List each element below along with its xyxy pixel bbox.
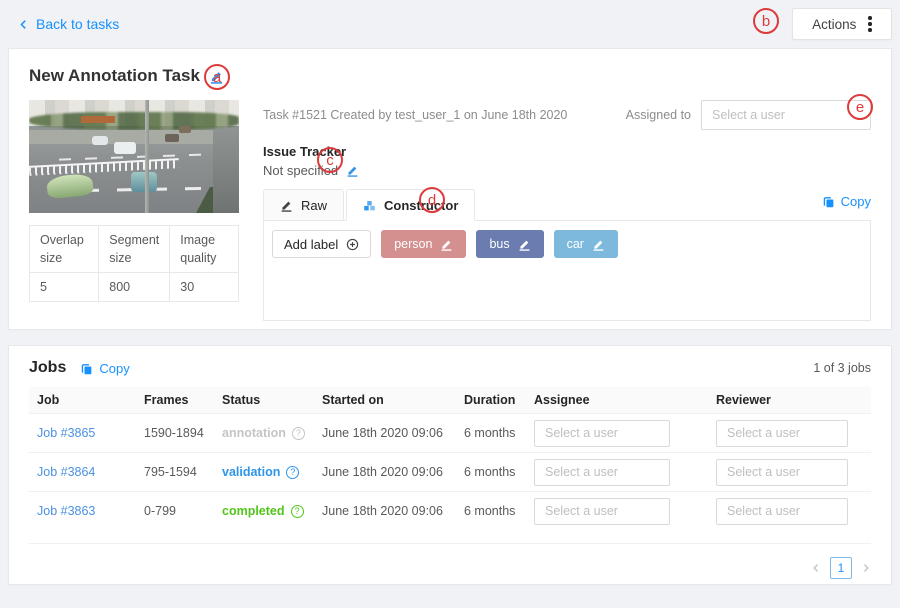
page-1-button[interactable]: 1	[830, 557, 852, 579]
pencil-icon	[280, 199, 293, 212]
job-status-text: completed	[222, 504, 285, 518]
assignee-select[interactable]	[534, 459, 670, 486]
add-label-button[interactable]: Add label	[272, 230, 371, 258]
edit-label-person-icon[interactable]	[440, 238, 453, 251]
kebab-menu-icon	[868, 16, 872, 32]
job-started: June 18th 2020 09:06	[314, 504, 456, 518]
edit-issue-tracker-icon[interactable]	[346, 164, 359, 177]
labels-copy-link[interactable]: Copy	[822, 194, 871, 209]
job-link[interactable]: Job #3864	[37, 465, 95, 479]
param-header-segment: Segment size	[99, 226, 170, 273]
edit-label-bus-icon[interactable]	[518, 238, 531, 251]
assigned-to-label: Assigned to	[626, 108, 691, 122]
job-status: annotation ?	[214, 426, 314, 440]
col-reviewer: Reviewer	[708, 387, 871, 413]
question-circle-icon[interactable]: ?	[292, 427, 305, 440]
job-frames: 1590-1894	[136, 426, 214, 440]
label-chip-car[interactable]: car	[554, 230, 618, 258]
jobs-title: Jobs	[29, 359, 66, 377]
label-chip-person[interactable]: person	[381, 230, 466, 258]
jobs-count: 1 of 3 jobs	[813, 361, 871, 375]
back-to-tasks-link[interactable]: Back to tasks	[18, 16, 119, 32]
question-circle-icon[interactable]: ?	[291, 505, 304, 518]
tab-raw-label: Raw	[301, 198, 327, 213]
job-link[interactable]: Job #3865	[37, 426, 95, 440]
chevron-left-icon	[18, 19, 29, 30]
param-header-quality: Image quality	[170, 226, 239, 273]
labels-copy-label: Copy	[841, 194, 871, 209]
copy-icon	[822, 195, 835, 208]
annotation-marker-c: c	[317, 147, 343, 173]
annotation-marker-b: b	[753, 8, 779, 34]
job-duration: 6 months	[456, 465, 526, 479]
param-value-quality: 30	[170, 273, 239, 302]
actions-label: Actions	[812, 17, 856, 32]
task-meta-text: Task #1521 Created by test_user_1 on Jun…	[263, 108, 567, 122]
tab-constructor[interactable]: Constructor	[346, 189, 475, 221]
add-label-text: Add label	[284, 237, 338, 252]
plus-circle-icon	[346, 238, 359, 251]
reviewer-select[interactable]	[716, 498, 848, 525]
assignee-select[interactable]	[534, 420, 670, 447]
edit-label-car-icon[interactable]	[592, 238, 605, 251]
next-page-icon[interactable]	[861, 563, 871, 573]
col-duration: Duration	[456, 387, 526, 413]
table-row: Job #3863 0-799 completed ? June 18th 20…	[29, 491, 871, 530]
col-frames: Frames	[136, 387, 214, 413]
jobs-table-header: Job Frames Status Started on Duration As…	[29, 387, 871, 413]
question-circle-icon[interactable]: ?	[286, 466, 299, 479]
job-duration: 6 months	[456, 426, 526, 440]
job-frames: 0-799	[136, 504, 214, 518]
issue-tracker-label: Issue Tracker	[263, 144, 871, 159]
job-link[interactable]: Job #3863	[37, 504, 95, 518]
build-blocks-icon	[363, 199, 376, 212]
pagination: 1	[29, 543, 871, 579]
job-status-text: annotation	[222, 426, 286, 440]
table-row: Job #3864 795-1594 validation ? June 18t…	[29, 452, 871, 491]
job-status-text: validation	[222, 465, 280, 479]
param-value-overlap: 5	[30, 273, 99, 302]
col-status: Status	[214, 387, 314, 413]
annotation-marker-d: d	[419, 187, 445, 213]
table-row: Job #3865 1590-1894 annotation ? June 18…	[29, 413, 871, 452]
tab-raw[interactable]: Raw	[263, 189, 344, 221]
label-car-name: car	[567, 237, 584, 251]
task-details-card: New Annotation Task Overlap size Segment…	[8, 48, 892, 330]
label-chip-bus[interactable]: bus	[476, 230, 543, 258]
reviewer-select[interactable]	[716, 420, 848, 447]
jobs-card: Jobs Copy 1 of 3 jobs Job Frames Status …	[8, 345, 892, 585]
jobs-copy-link[interactable]: Copy	[80, 361, 129, 376]
param-header-overlap: Overlap size	[30, 226, 99, 273]
label-constructor-panel: Add label person bus	[263, 221, 871, 321]
job-duration: 6 months	[456, 504, 526, 518]
labels-tab-bar: Raw Constructor Copy	[263, 189, 871, 221]
label-bus-name: bus	[489, 237, 509, 251]
back-to-tasks-label: Back to tasks	[36, 16, 119, 32]
assignee-select[interactable]	[534, 498, 670, 525]
task-parameters-table: Overlap size Segment size Image quality …	[29, 225, 239, 302]
job-status: validation ?	[214, 465, 314, 479]
annotation-marker-a: a	[204, 64, 230, 90]
job-frames: 795-1594	[136, 465, 214, 479]
col-assignee: Assignee	[526, 387, 708, 413]
job-status: completed ?	[214, 504, 314, 518]
prev-page-icon[interactable]	[811, 563, 821, 573]
job-started: June 18th 2020 09:06	[314, 426, 456, 440]
assigned-to-select[interactable]	[701, 100, 871, 130]
task-preview-image	[29, 100, 239, 213]
copy-icon	[80, 362, 93, 375]
annotation-marker-e: e	[847, 94, 873, 120]
jobs-copy-label: Copy	[99, 361, 129, 376]
col-job: Job	[29, 387, 136, 413]
task-title: New Annotation Task	[29, 66, 200, 86]
job-started: June 18th 2020 09:06	[314, 465, 456, 479]
label-person-name: person	[394, 237, 432, 251]
reviewer-select[interactable]	[716, 459, 848, 486]
col-started-on: Started on	[314, 387, 456, 413]
actions-button[interactable]: Actions	[792, 8, 892, 40]
param-value-segment: 800	[99, 273, 170, 302]
